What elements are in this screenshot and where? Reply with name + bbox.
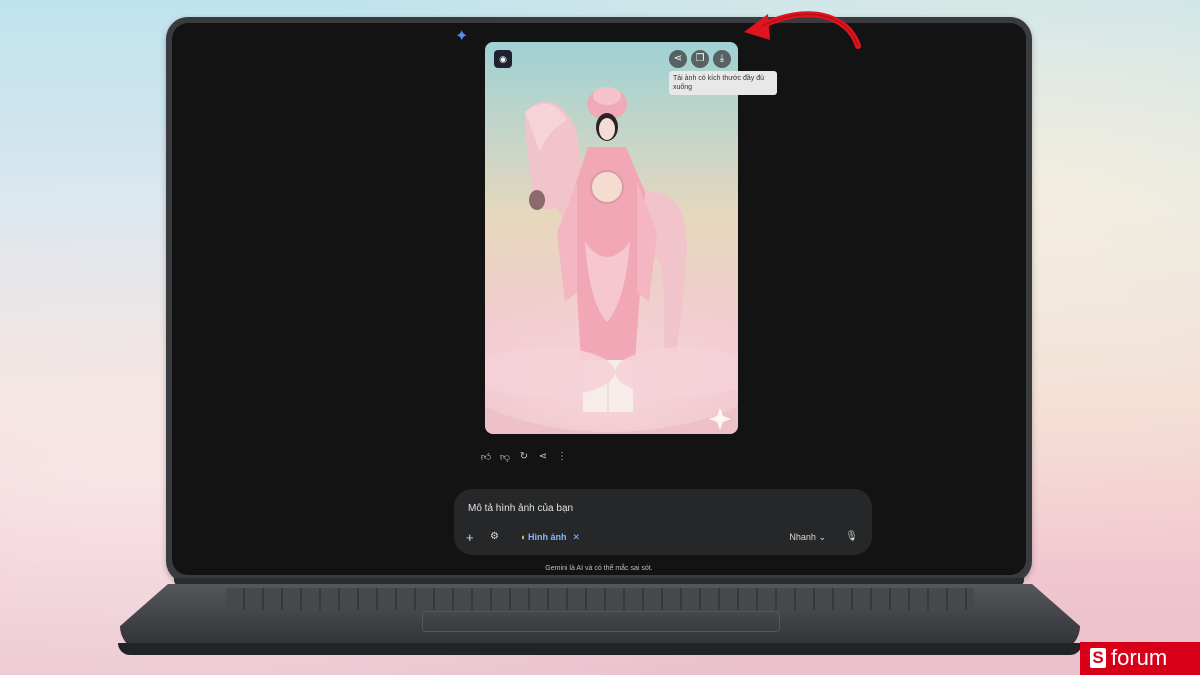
composer-toolbar: + ⚙ ◖ Hình ảnh ✕ Nhanh ⌄ 🎙︎ [466,531,858,547]
generated-image-art [485,42,738,434]
thumbs-down-icon[interactable]: 👎︎ [499,451,511,463]
image-options-icon[interactable]: ◉ [494,50,512,68]
more-icon[interactable]: ⋮ [556,451,568,463]
image-tool-chip[interactable]: ◖ Hình ảnh ✕ [520,532,580,543]
model-label: Nhanh [789,532,816,542]
banana-icon: ◖ [520,532,526,542]
chevron-down-icon: ⌄ [818,532,826,542]
sforum-watermark: S forum [1080,642,1200,675]
add-icon[interactable]: + [466,531,474,545]
sforum-text: forum [1111,645,1168,670]
thumbs-up-icon[interactable]: 👍︎ [480,451,492,463]
refresh-icon[interactable]: ↻ [518,451,530,463]
prompt-composer[interactable]: Mô tả hình ảnh của bạn + ⚙ ◖ Hình ảnh ✕ N… [454,489,872,555]
prompt-input[interactable]: Mô tả hình ảnh của bạn [468,503,573,514]
response-actions: 👍︎ 👎︎ ↻ ⋖ ⋮ [480,451,568,463]
tools-icon[interactable]: ⚙ [490,531,499,542]
copy-icon: ❐ [695,53,705,64]
copy-image-button[interactable]: ❐ [691,50,709,68]
remove-chip-icon[interactable]: ✕ [572,532,580,542]
model-selector[interactable]: Nhanh ⌄ [789,532,826,543]
share-icon: ⋖ [673,53,683,64]
microphone-icon[interactable]: 🎙︎ [845,531,858,542]
share-image-button[interactable]: ⋖ [669,50,687,68]
laptop-trackpad [422,611,780,632]
share-icon[interactable]: ⋖ [537,451,549,463]
sforum-logo: S [1090,648,1106,668]
disclaimer: Gemini là AI và có thể mắc sai sót. [545,565,653,572]
gemini-spark-icon: ✦ [455,28,469,45]
generated-image[interactable] [485,42,738,434]
laptop-keyboard [226,588,974,610]
laptop-foot [118,643,1082,655]
gemini-screen: ✦ ◉ ⋖ ❐ ⤓ Tải ảnh có kích thước đầy đủ x… [172,23,1026,575]
download-tooltip: Tải ảnh có kích thước đầy đủ xuống [669,71,777,95]
image-tool-label: Hình ảnh [527,532,567,542]
red-arrow-annotation [744,11,861,49]
